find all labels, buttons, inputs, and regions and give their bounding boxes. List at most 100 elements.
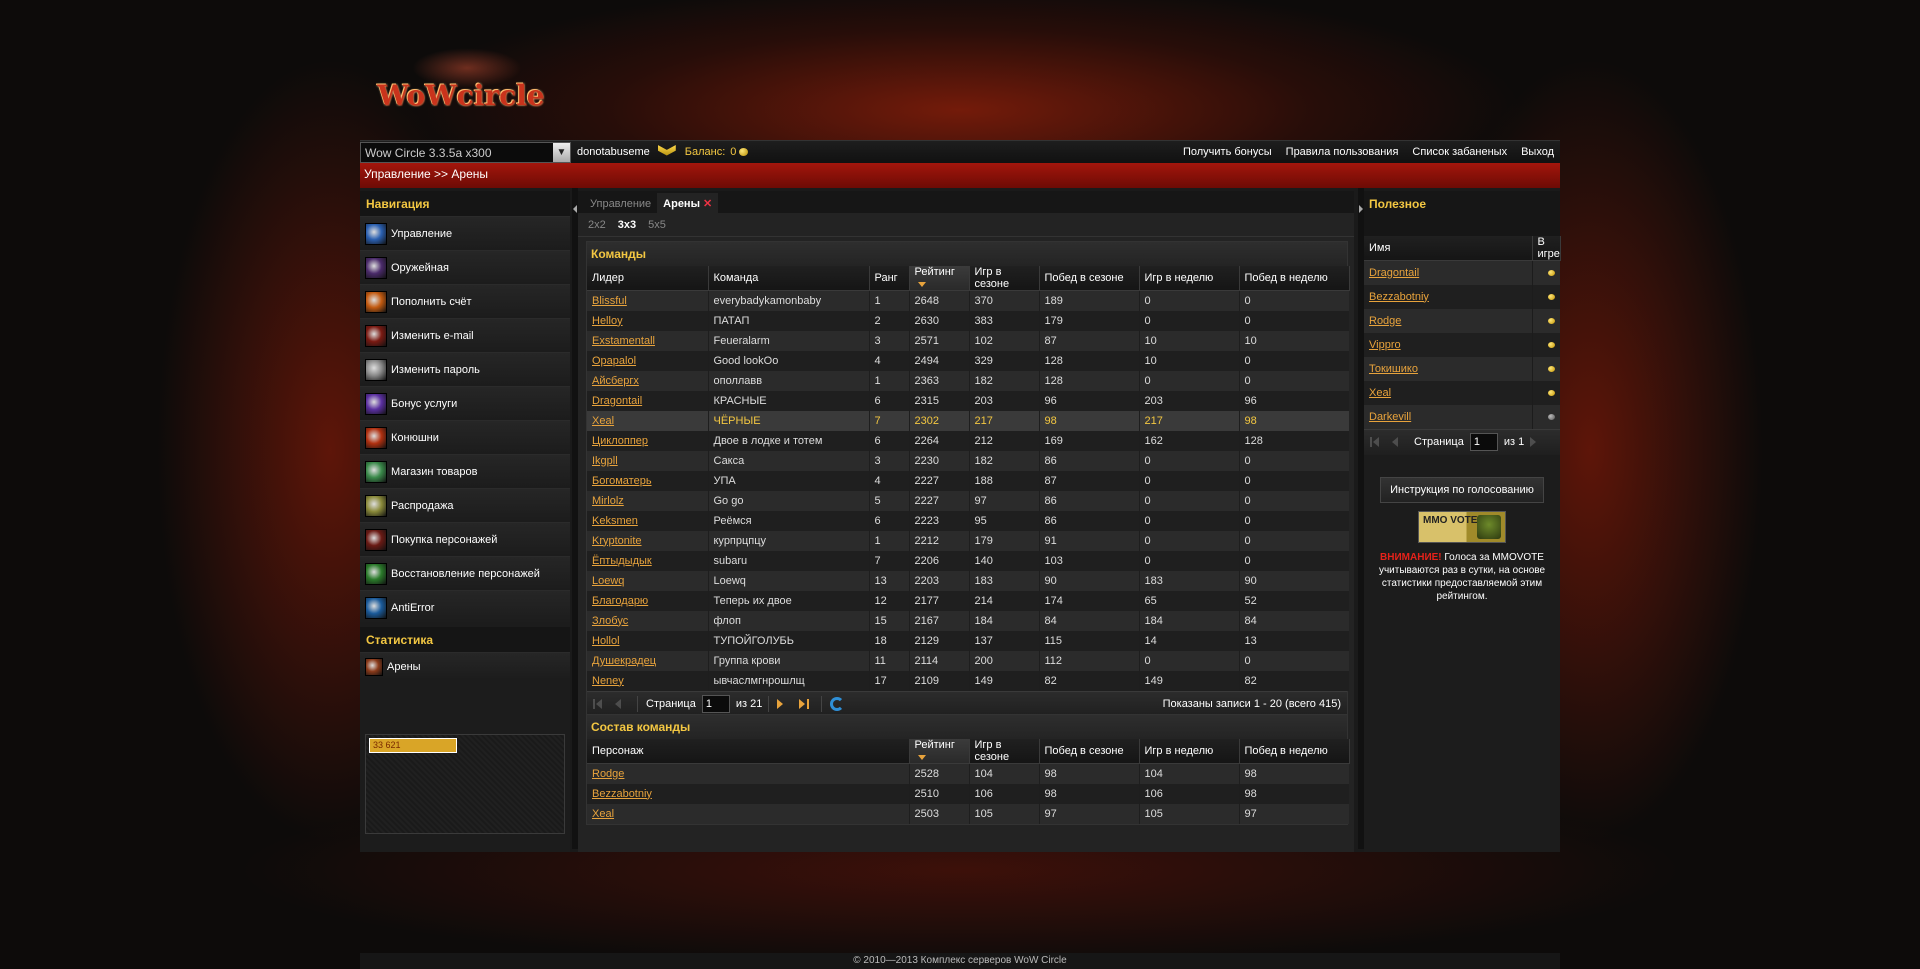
player-link[interactable]: Darkevill [1369,411,1411,423]
tab-3x3[interactable]: 3x3 [614,216,640,234]
table-row[interactable]: Злобус флоп 15 2167 184 84 184 84 [587,610,1349,631]
table-row[interactable]: Циклоппер Двое в лодке и тотем 6 2264 212 169… [587,430,1349,451]
table-row[interactable]: Xeal ЧЁРНЫЕ 7 2302 217 98 217 98 [587,410,1349,431]
vote-instructions-button[interactable]: Инструкция по голосованию [1380,476,1544,503]
leader-link[interactable]: Ikgpll [592,455,618,467]
page-input[interactable] [701,695,730,713]
sidebar-item[interactable]: Конюшни [360,420,570,454]
leader-link[interactable]: Opapalol [592,355,636,367]
prev-page-icon[interactable] [615,698,627,710]
leader-link[interactable]: Злобус [592,615,628,627]
leader-link[interactable]: Keksmen [592,515,638,527]
tab-2x2[interactable]: 2x2 [584,216,610,234]
column-header[interactable]: Персонаж [587,739,910,764]
get-bonus-link[interactable]: Получить бонусы [1183,146,1272,158]
list-item[interactable]: Bezzabotniy [1364,284,1560,309]
table-row[interactable]: Rodge 2528 104 98 104 98 [587,763,1349,784]
close-icon[interactable]: ✕ [703,197,712,210]
sidebar-item[interactable]: Восстановление персонажей [360,556,570,590]
column-header[interactable]: Игр в сезоне [969,739,1040,764]
column-header[interactable]: Ранг [869,266,910,291]
column-header[interactable]: Побед в неделю [1239,266,1350,291]
table-row[interactable]: Hollol ТУПОЙГОЛУБЬ 18 2129 137 115 14 13 [587,630,1349,651]
list-item[interactable]: Токишико [1364,356,1560,381]
player-link[interactable]: Rodge [1369,315,1401,327]
tab-arenas[interactable]: Арены ✕ [657,193,719,213]
list-item[interactable]: Vippro [1364,332,1560,357]
leader-link[interactable]: Helloy [592,315,623,327]
logout-link[interactable]: Выход [1521,146,1554,158]
list-item[interactable]: Xeal [1364,380,1560,405]
table-row[interactable]: Благодарю Теперь их двое 12 2177 214 174 65 52 [587,590,1349,611]
table-row[interactable]: Neney ывчаслмгнрошлщ 17 2109 149 82 149 82 [587,670,1349,691]
character-link[interactable]: Rodge [592,768,624,780]
sidebar-item-arenas[interactable]: Арены [360,652,570,680]
first-page-icon[interactable] [1370,436,1382,448]
character-link[interactable]: Bezzabotniy [592,788,652,800]
rules-link[interactable]: Правила пользования [1286,146,1399,158]
column-header[interactable]: Лидер [587,266,709,291]
sidebar-item[interactable]: AntiError [360,590,570,624]
player-link[interactable]: Vippro [1369,339,1401,351]
table-row[interactable]: Exstamentall Feueralarm 3 2571 102 87 10 10 [587,330,1349,351]
leader-link[interactable]: Blissful [592,295,627,307]
column-online[interactable]: В игре [1532,236,1561,261]
column-header[interactable]: Побед в сезоне [1039,739,1140,764]
table-row[interactable]: Blissful everybadykamonbaby 1 2648 370 189 0 0 [587,290,1349,311]
leader-link[interactable]: Kryptonite [592,535,642,547]
column-header[interactable]: Побед в сезоне [1039,266,1140,291]
player-link[interactable]: Xeal [1369,387,1391,399]
table-row[interactable]: Loewq Loewq 13 2203 183 90 183 90 [587,570,1349,591]
leader-link[interactable]: Neney [592,675,624,687]
list-item[interactable]: Darkevill [1364,404,1560,429]
sidebar-item[interactable]: Бонус услуги [360,386,570,420]
table-row[interactable]: Mirlolz Go go 5 2227 97 86 0 0 [587,490,1349,511]
banned-list-link[interactable]: Список забаненых [1412,146,1507,158]
column-header[interactable]: Игр в неделю [1139,739,1240,764]
sidebar-item[interactable]: Покупка персонажей [360,522,570,556]
sidebar-item[interactable]: Оружейная [360,250,570,284]
column-header[interactable]: Игр в неделю [1139,266,1240,291]
leader-link[interactable]: Айсбергх [592,375,639,387]
table-row[interactable]: Ikgpll Сакса 3 2230 182 86 0 0 [587,450,1349,471]
leader-link[interactable]: Душекрадец [592,655,656,667]
leader-link[interactable]: Dragontail [592,395,642,407]
tab-5x5[interactable]: 5x5 [644,216,670,234]
sidebar-item[interactable]: Изменить пароль [360,352,570,386]
player-link[interactable]: Dragontail [1369,267,1419,279]
leader-link[interactable]: Exstamentall [592,335,655,347]
leader-link[interactable]: Циклоппер [592,435,648,447]
column-header[interactable]: Команда [708,266,870,291]
table-row[interactable]: Bezzabotniy 2510 106 98 106 98 [587,783,1349,804]
column-header[interactable]: Побед в неделю [1239,739,1350,764]
last-page-icon[interactable] [799,698,811,710]
mmovote-banner[interactable]: MMO VOTE [1418,510,1506,543]
table-row[interactable]: Kryptonite курпрцпцу 1 2212 179 91 0 0 [587,530,1349,551]
table-row[interactable]: Keksmen Реёмся 6 2223 95 86 0 0 [587,510,1349,531]
table-row[interactable]: Opapalol Good lookOo 4 2494 329 128 10 0 [587,350,1349,371]
next-page-icon[interactable] [777,698,789,710]
sidebar-item[interactable]: Магазин товаров [360,454,570,488]
player-link[interactable]: Токишико [1369,363,1418,375]
sidebar-item[interactable]: Распродажа [360,488,570,522]
leader-link[interactable]: Hollol [592,635,620,647]
next-page-icon[interactable] [1530,436,1542,448]
refresh-icon[interactable] [830,697,845,711]
realm-select[interactable]: Wow Circle 3.3.5a x300 ▼ [360,141,571,163]
sidebar-item[interactable]: Изменить e-mail [360,318,570,352]
visit-counter[interactable]: 33 621 [369,738,457,753]
table-row[interactable]: Helloy ПАТАП 2 2630 383 179 0 0 [587,310,1349,331]
table-row[interactable]: Айсбергх ополлавв 1 2363 182 128 0 0 [587,370,1349,391]
list-item[interactable]: Rodge [1364,308,1560,333]
chevron-down-icon[interactable]: ▼ [553,142,570,162]
character-link[interactable]: Xeal [592,808,614,820]
first-page-icon[interactable] [593,698,605,710]
column-header[interactable]: Игр в сезоне [969,266,1040,291]
player-link[interactable]: Bezzabotniy [1369,291,1429,303]
sidebar-item[interactable]: Пополнить счёт [360,284,570,318]
column-header[interactable]: Рейтинг [909,266,970,291]
column-name[interactable]: Имя [1364,236,1533,261]
table-row[interactable]: Xeal 2503 105 97 105 97 [587,803,1349,824]
table-row[interactable]: Душекрадец Группа крови 11 2114 200 112 0 0 [587,650,1349,671]
page-input[interactable] [1469,433,1498,451]
